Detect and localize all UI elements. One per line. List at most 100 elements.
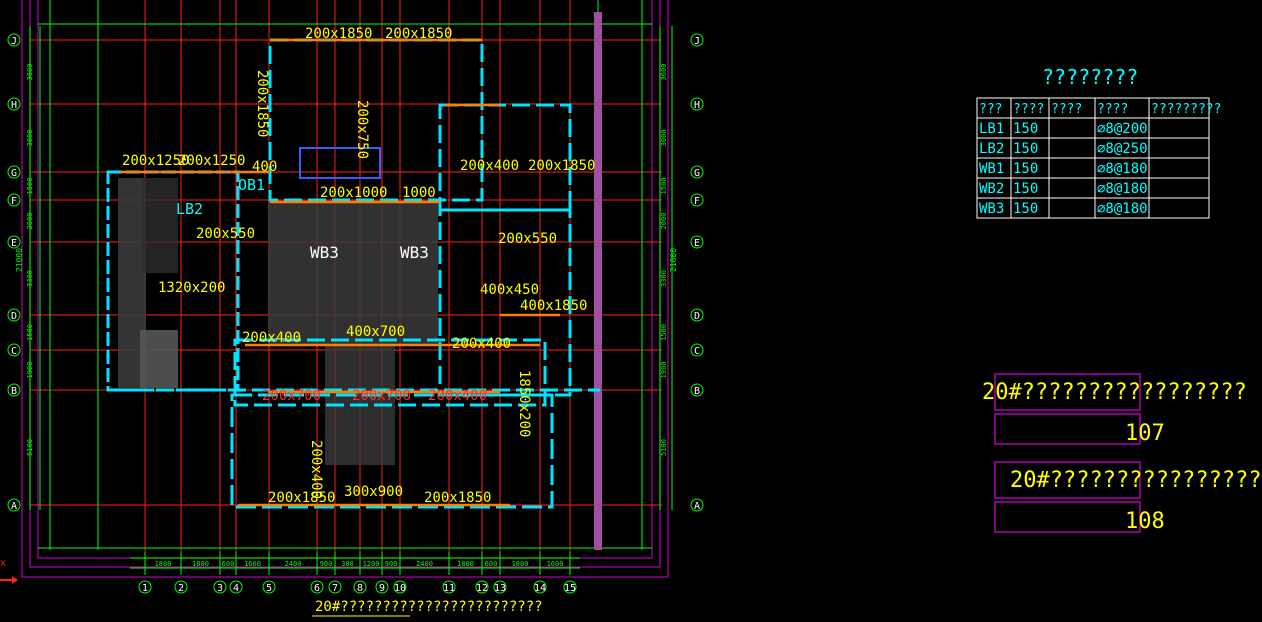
grid-bubble-H: H	[690, 97, 704, 111]
beam-label: 200x750	[354, 100, 370, 159]
beam-label: 200x1250	[178, 153, 245, 169]
schedule-header: ????	[1051, 102, 1082, 117]
svg-text:B: B	[11, 386, 17, 397]
svg-text:E: E	[11, 238, 17, 249]
grid-bubble-A: A	[7, 498, 21, 512]
schedule-row: WB3 150 ⌀8@180	[979, 201, 1148, 217]
slab-label: OB1	[238, 176, 265, 194]
svg-text:A: A	[11, 501, 17, 512]
svg-text:15: 15	[564, 583, 576, 594]
svg-text:8: 8	[357, 583, 363, 594]
svg-text:D: D	[694, 311, 700, 322]
svg-text:G: G	[694, 168, 700, 179]
grid-bubble-2: 2	[174, 580, 188, 594]
grid-bubble-4: 4	[229, 580, 243, 594]
ucs-icon: x	[0, 558, 18, 584]
dim-value: 1500	[660, 324, 668, 341]
schedule-header: ????	[1097, 102, 1128, 117]
dim-value: 1800	[512, 560, 529, 568]
grid-bubble-J: J	[7, 33, 21, 47]
svg-text:⌀8@180: ⌀8@180	[1097, 201, 1148, 217]
dim-value: 300	[341, 560, 354, 568]
beam-label: 200x550	[196, 226, 255, 242]
dim-value: 3300	[26, 270, 34, 287]
dim-value: 1800	[192, 560, 209, 568]
svg-text:J: J	[694, 36, 700, 47]
schedule-row: WB2 150 ⌀8@180	[979, 181, 1148, 197]
beam-label: 400	[252, 159, 277, 175]
svg-text:9: 9	[379, 583, 385, 594]
beam-label: 200x1850	[254, 70, 270, 137]
dim-value: 3600	[660, 64, 668, 81]
svg-text:E: E	[694, 238, 700, 249]
svg-text:J: J	[11, 36, 17, 47]
beam-label: 400x1850	[520, 298, 587, 314]
dim-value: 3000	[26, 130, 34, 147]
dim-value: 1900	[660, 362, 668, 379]
grid-bubble-C: C	[7, 343, 21, 357]
svg-text:LB2: LB2	[979, 141, 1004, 157]
grid-bubble-14: 14	[533, 580, 547, 594]
dim-value: 900	[320, 560, 333, 568]
dim-value: 1200	[363, 560, 380, 568]
dim-value: 3300	[660, 270, 668, 287]
grid-bubble-9: 9	[375, 580, 389, 594]
beam-label: 200x400	[242, 330, 301, 346]
grid-bubble-D: D	[690, 308, 704, 322]
dim-value: 1800	[155, 560, 172, 568]
grid-bubble-8: 8	[353, 580, 367, 594]
schedule-header: ????	[1013, 102, 1044, 117]
dim-value: 1500	[26, 178, 34, 195]
grid-bubble-E: E	[7, 235, 21, 249]
beam-label: 200x1000	[320, 185, 387, 201]
title-block: 20#????????????????? 107	[982, 373, 1247, 446]
cad-drawing-canvas[interactable]: J JH HG GF FE ED DC CB BA A1 2 3 4 5 6 7 8 9 10 11 12 13 14 15 …	[0, 0, 1262, 622]
svg-text:H: H	[11, 100, 17, 111]
dim-value: 5100	[660, 439, 668, 456]
svg-text:1: 1	[142, 583, 148, 594]
svg-text:150: 150	[1013, 141, 1038, 157]
grid-bubble-7: 7	[328, 580, 342, 594]
dim-value: 2000	[660, 213, 668, 230]
dim-value: 1500	[660, 178, 668, 195]
svg-text:WB2: WB2	[979, 181, 1004, 197]
title-block-text: 20#?????????????????	[982, 380, 1247, 405]
slab-schedule-table: ???????? ??????????????? ????????? LB1 150 ⌀…	[976, 65, 1221, 219]
drawing-title-blocks: 20#?????????????????10720#??????????????…	[982, 373, 1262, 534]
svg-text:7: 7	[332, 583, 338, 594]
grid-bubble-B: B	[7, 383, 21, 397]
svg-text:WB3: WB3	[979, 201, 1004, 217]
beam-label: 200x400	[452, 336, 511, 352]
grid-bubble-12: 12	[475, 580, 489, 594]
grid-bubble-13: 13	[493, 580, 507, 594]
dim-value: 1600	[547, 560, 564, 568]
slab-label: WB3	[400, 243, 429, 262]
dim-value: 2400	[285, 560, 302, 568]
grid-bubble-10: 10	[393, 580, 407, 594]
grid-bubble-F: F	[690, 193, 704, 207]
dim-value: 1600	[244, 560, 261, 568]
svg-text:A: A	[694, 501, 700, 512]
svg-text:x: x	[0, 558, 6, 569]
schedule-title: ????????	[1042, 65, 1138, 89]
dim-value: 1500	[26, 324, 34, 341]
beam-label: 200x400	[428, 388, 487, 404]
grid-bubble-D: D	[7, 308, 21, 322]
svg-text:⌀8@180: ⌀8@180	[1097, 181, 1148, 197]
beam-label: 200x1850	[424, 490, 491, 506]
grid-bubble-C: C	[690, 343, 704, 357]
grid-bubble-15: 15	[563, 580, 577, 594]
beam-label: 200x400	[308, 440, 324, 499]
svg-text:G: G	[11, 168, 17, 179]
grid-bubble-3: 3	[213, 580, 227, 594]
beam-label: 400x450	[480, 282, 539, 298]
beam-label: 1000	[402, 185, 436, 201]
slab-label: LB2	[176, 200, 203, 218]
dim-value: 2400	[416, 560, 433, 568]
grid-bubble-E: E	[690, 235, 704, 249]
dim-value: 2000	[26, 213, 34, 230]
schedule-row: WB1 150 ⌀8@180	[979, 161, 1148, 177]
svg-text:11: 11	[443, 583, 455, 594]
grid-bubble-F: F	[7, 193, 21, 207]
dim-value: 900	[385, 560, 398, 568]
